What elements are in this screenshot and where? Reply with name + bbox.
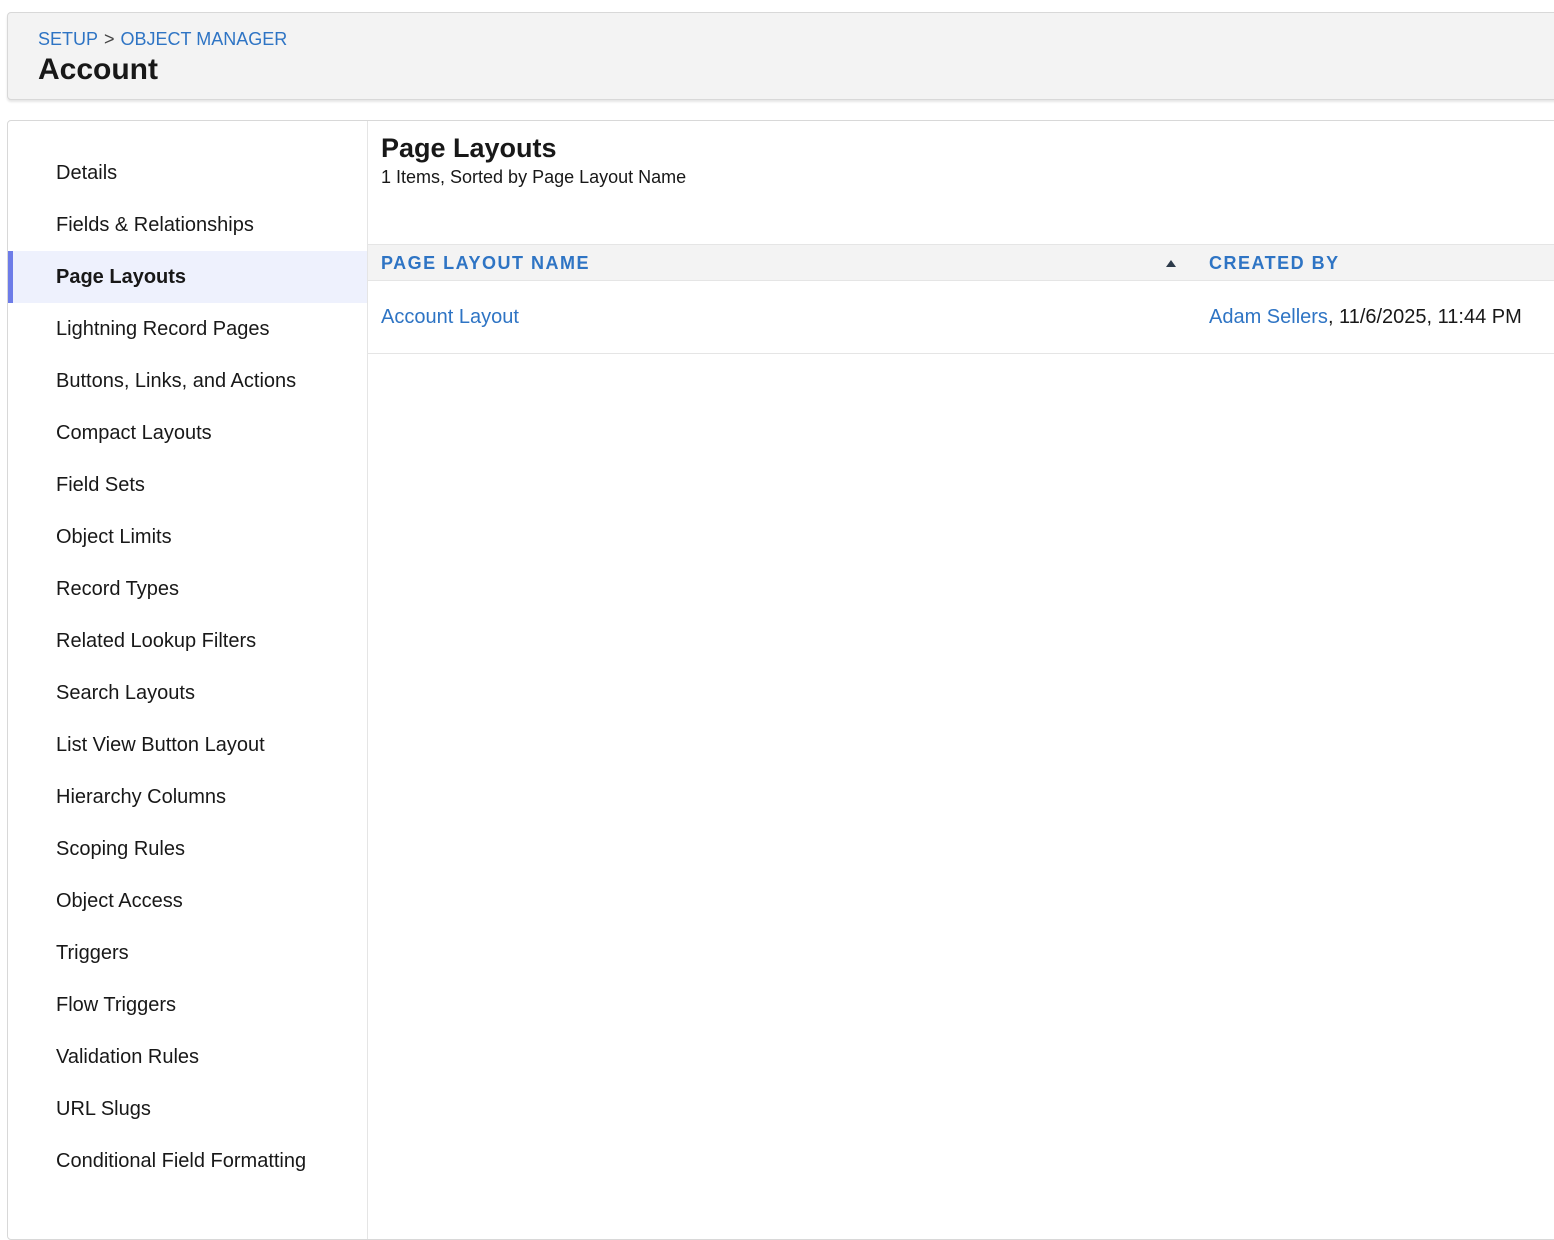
column-header-created-by[interactable]: CREATED BY: [1209, 245, 1340, 281]
main-panel: Details Fields & Relationships Page Layo…: [7, 120, 1554, 1240]
page-layout-link[interactable]: Account Layout: [381, 306, 519, 328]
breadcrumb-setup-link[interactable]: SETUP: [38, 29, 98, 49]
breadcrumb-separator: >: [104, 29, 115, 49]
sidebar-item-object-limits[interactable]: Object Limits: [8, 511, 367, 563]
sidebar-item-related-lookup-filters[interactable]: Related Lookup Filters: [8, 615, 367, 667]
sidebar-item-search-layouts[interactable]: Search Layouts: [8, 667, 367, 719]
page-layouts-table: PAGE LAYOUT NAME CREATED BY Account Layo…: [368, 244, 1554, 354]
sidebar-item-validation-rules[interactable]: Validation Rules: [8, 1031, 367, 1083]
sidebar-item-buttons-links-actions[interactable]: Buttons, Links, and Actions: [8, 355, 367, 407]
breadcrumb: SETUP > OBJECT MANAGER: [38, 29, 287, 50]
page-title: Account: [38, 53, 158, 86]
section-subtitle: 1 Items, Sorted by Page Layout Name: [381, 167, 687, 187]
sidebar-item-object-access[interactable]: Object Access: [8, 875, 367, 927]
column-header-page-layout-name[interactable]: PAGE LAYOUT NAME: [381, 245, 590, 281]
content-area: Page Layouts 1 Items, Sorted by Page Lay…: [368, 121, 1554, 1239]
breadcrumb-object-manager-link[interactable]: OBJECT MANAGER: [121, 29, 288, 49]
cell-page-layout-name: Account Layout: [381, 281, 519, 353]
sidebar-item-flow-triggers[interactable]: Flow Triggers: [8, 979, 367, 1031]
created-by-date: , 11/6/2025, 11:44 PM: [1327, 306, 1522, 328]
sidebar-item-url-slugs[interactable]: URL Slugs: [8, 1083, 367, 1135]
section-title: Page Layouts: [381, 133, 557, 163]
sidebar-item-fields-relationships[interactable]: Fields & Relationships: [8, 199, 367, 251]
cell-created-by: Adam Sellers, 11/6/2025, 11:44 PM: [1209, 281, 1522, 353]
table-header: PAGE LAYOUT NAME CREATED BY: [368, 244, 1554, 281]
sidebar-item-triggers[interactable]: Triggers: [8, 927, 367, 979]
sidebar-item-list-view-button-layout[interactable]: List View Button Layout: [8, 719, 367, 771]
sidebar-item-compact-layouts[interactable]: Compact Layouts: [8, 407, 367, 459]
sidebar-item-lightning-record-pages[interactable]: Lightning Record Pages: [8, 303, 367, 355]
page-header: SETUP > OBJECT MANAGER Account: [7, 12, 1554, 100]
sidebar-item-scoping-rules[interactable]: Scoping Rules: [8, 823, 367, 875]
sidebar-item-page-layouts[interactable]: Page Layouts: [8, 251, 367, 303]
table-row: Account Layout Adam Sellers, 11/6/2025, …: [368, 281, 1554, 354]
sidebar-item-details[interactable]: Details: [8, 147, 367, 199]
sidebar-nav: Details Fields & Relationships Page Layo…: [8, 147, 367, 1187]
sidebar-item-hierarchy-columns[interactable]: Hierarchy Columns: [8, 771, 367, 823]
sort-ascending-icon[interactable]: [1166, 260, 1176, 267]
sidebar-item-record-types[interactable]: Record Types: [8, 563, 367, 615]
sidebar: Details Fields & Relationships Page Layo…: [8, 121, 368, 1239]
created-by-user-link[interactable]: Adam Sellers: [1209, 306, 1328, 328]
sidebar-item-field-sets[interactable]: Field Sets: [8, 459, 367, 511]
sidebar-item-conditional-field-formatting[interactable]: Conditional Field Formatting: [8, 1135, 367, 1187]
